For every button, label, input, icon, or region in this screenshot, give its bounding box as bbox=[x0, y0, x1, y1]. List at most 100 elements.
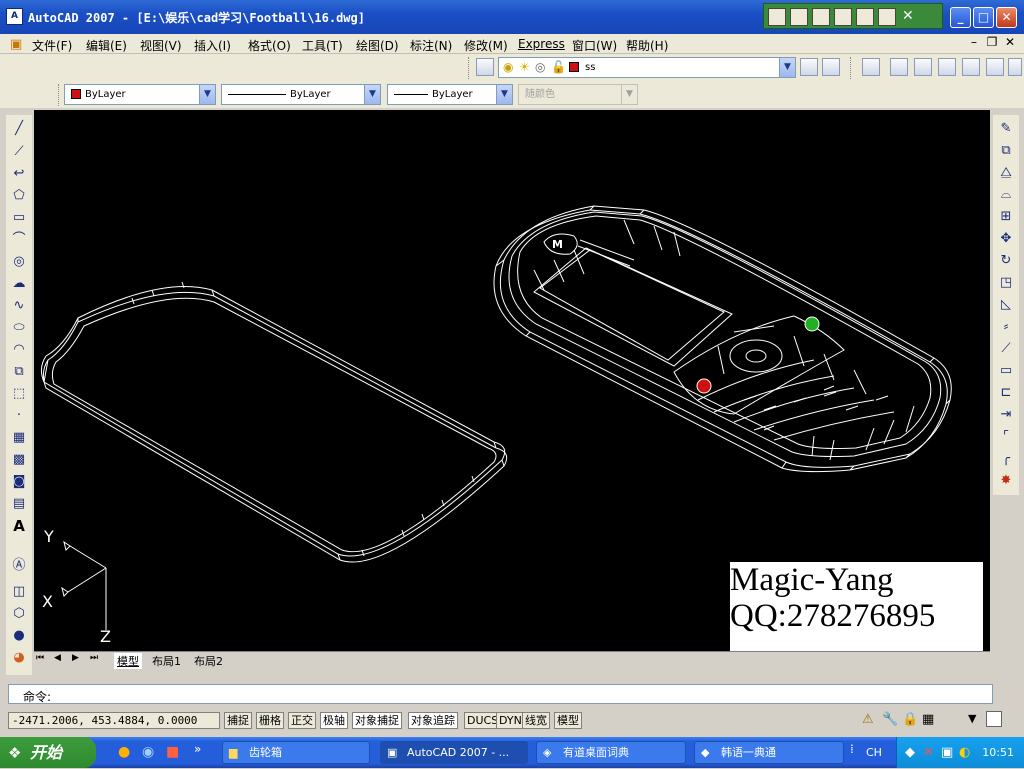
language-indicator[interactable]: CH bbox=[866, 746, 882, 759]
front-view-icon[interactable] bbox=[986, 58, 1004, 76]
layer-previous-icon[interactable] bbox=[822, 58, 840, 76]
task-autocad[interactable]: ▣ AutoCAD 2007 - ... bbox=[380, 741, 528, 764]
minimize-button[interactable]: _ bbox=[950, 7, 971, 28]
region-icon[interactable]: ◙ bbox=[10, 473, 28, 491]
grid-button[interactable]: 栅格 bbox=[256, 712, 284, 729]
construction-line-icon[interactable]: ⟋ bbox=[10, 143, 28, 161]
make-object-layer-current-icon[interactable] bbox=[800, 58, 818, 76]
tab-layout2[interactable]: 布局2 bbox=[194, 653, 223, 669]
table-icon[interactable]: ▤ bbox=[10, 495, 28, 513]
stretch-icon[interactable]: ◺ bbox=[997, 296, 1015, 314]
task-youdao-dict[interactable]: ◈ 有道桌面词典 bbox=[536, 741, 686, 764]
ime-dictionary-icon[interactable] bbox=[856, 8, 874, 26]
circle-icon[interactable]: ◎ bbox=[10, 253, 28, 271]
doc-minimize-button[interactable]: – bbox=[966, 35, 982, 50]
tab-layout1[interactable]: 布局1 bbox=[152, 653, 181, 669]
tray-app-icon[interactable]: ◆ bbox=[905, 745, 915, 760]
menu-help[interactable]: 帮助(H) bbox=[626, 37, 668, 54]
task-gearbox[interactable]: ▆ 齿轮箱 bbox=[222, 741, 370, 764]
menu-edit[interactable]: 编辑(E) bbox=[86, 37, 127, 54]
offset-icon[interactable]: ⌓ bbox=[997, 186, 1015, 204]
right-view-icon[interactable] bbox=[962, 58, 980, 76]
first-tab-icon[interactable]: ⏮ bbox=[36, 653, 44, 663]
clock[interactable]: 10:51 bbox=[982, 746, 1014, 759]
prev-tab-icon[interactable]: ◀ bbox=[54, 653, 61, 663]
ime-note-icon[interactable] bbox=[834, 8, 852, 26]
lock-icon[interactable]: 🔒 bbox=[902, 712, 918, 727]
insert-block-icon[interactable]: ⧉ bbox=[10, 363, 28, 381]
menu-draw[interactable]: 绘图(D) bbox=[356, 37, 399, 54]
join-icon[interactable]: ⇥ bbox=[997, 406, 1015, 424]
tray-network-icon[interactable]: ✕ bbox=[923, 745, 934, 760]
quicklaunch-browser-icon[interactable]: ● bbox=[118, 744, 130, 760]
left-view-icon[interactable] bbox=[938, 58, 956, 76]
menu-format[interactable]: 格式(O) bbox=[248, 37, 291, 54]
menu-window[interactable]: 窗口(W) bbox=[572, 37, 617, 54]
tray-monitor-icon[interactable]: ▣ bbox=[941, 745, 953, 760]
gradient-icon[interactable]: ▩ bbox=[10, 451, 28, 469]
ortho-button[interactable]: 正交 bbox=[288, 712, 316, 729]
chevron-down-icon[interactable]: ▼ bbox=[779, 58, 795, 77]
spline-icon[interactable]: ∿ bbox=[10, 297, 28, 315]
box-solid-icon[interactable]: ◫ bbox=[10, 583, 28, 601]
lineweight-button[interactable]: 线宽 bbox=[522, 712, 550, 729]
break-icon[interactable]: ⊏ bbox=[997, 384, 1015, 402]
color-dropdown[interactable]: ByLayer ▼ bbox=[64, 84, 216, 105]
copy-icon[interactable]: ⧉ bbox=[997, 142, 1015, 160]
quicklaunch-ie-icon[interactable]: ◉ bbox=[142, 744, 154, 760]
maximize-button[interactable]: □ bbox=[973, 7, 994, 28]
point-icon[interactable]: · bbox=[10, 407, 28, 425]
menu-view[interactable]: 视图(V) bbox=[140, 37, 182, 54]
quicklaunch-more-icon[interactable]: » bbox=[194, 742, 201, 756]
explode-icon[interactable]: ✸ bbox=[997, 472, 1015, 490]
start-button[interactable]: ❖ 开始 bbox=[0, 737, 96, 768]
autocad-app-icon[interactable]: A bbox=[6, 8, 23, 25]
hatch-icon[interactable]: ▦ bbox=[10, 429, 28, 447]
extend-icon[interactable]: ⟋ bbox=[997, 340, 1015, 358]
move-icon[interactable]: ✥ bbox=[997, 230, 1015, 248]
line-icon[interactable]: ╱ bbox=[10, 120, 28, 138]
make-block-icon[interactable]: ⬚ bbox=[10, 385, 28, 403]
toolbar-grip[interactable] bbox=[850, 57, 853, 79]
dyn-button[interactable]: DYN bbox=[496, 712, 525, 729]
lineweight-dropdown[interactable]: ByLayer ▼ bbox=[387, 84, 513, 105]
status-menu-chevron-icon[interactable]: ▼ bbox=[968, 712, 976, 725]
ellipse-icon[interactable]: ⬭ bbox=[10, 319, 28, 337]
top-view-icon[interactable] bbox=[890, 58, 908, 76]
bottom-view-icon[interactable] bbox=[914, 58, 932, 76]
arc-icon[interactable]: ⌒ bbox=[10, 231, 28, 249]
menu-modify[interactable]: 修改(M) bbox=[464, 37, 508, 54]
render-materials-icon[interactable]: ◕ bbox=[10, 649, 28, 667]
text-style-icon[interactable]: Ⓐ bbox=[10, 557, 28, 575]
scale-icon[interactable]: ◳ bbox=[997, 274, 1015, 292]
close-button[interactable]: ✕ bbox=[996, 7, 1017, 28]
quicklaunch-app-icon[interactable]: ■ bbox=[166, 744, 179, 760]
polyline-icon[interactable]: ↩ bbox=[10, 165, 28, 183]
toolbar-grip[interactable] bbox=[468, 57, 471, 79]
menu-dimension[interactable]: 标注(N) bbox=[410, 37, 452, 54]
document-icon[interactable]: ▣ bbox=[10, 37, 22, 52]
communication-center-icon[interactable]: ⚠ bbox=[862, 712, 874, 727]
mirror-icon[interactable]: ⧋ bbox=[997, 164, 1015, 182]
task-korean-dict[interactable]: ◆ 韩语一典通 bbox=[694, 741, 844, 764]
rectangle-icon[interactable]: ▭ bbox=[10, 209, 28, 227]
ime-settings-icon[interactable] bbox=[878, 8, 896, 26]
sphere-solid-icon[interactable]: ● bbox=[10, 627, 28, 645]
command-line[interactable]: 命令: bbox=[8, 684, 993, 704]
snap-button[interactable]: 捕捉 bbox=[224, 712, 252, 729]
otrack-button[interactable]: 对象追踪 bbox=[408, 712, 458, 729]
doc-close-button[interactable]: ✕ bbox=[1002, 35, 1018, 50]
ime-korean-icon[interactable] bbox=[768, 8, 786, 26]
fillet-icon[interactable]: ╭ bbox=[997, 450, 1015, 468]
multiline-text-icon[interactable]: A bbox=[10, 517, 28, 535]
linetype-dropdown[interactable]: ByLayer ▼ bbox=[221, 84, 381, 105]
wrench-icon[interactable]: 🔧 bbox=[882, 712, 898, 727]
osnap-button[interactable]: 对象捕捉 bbox=[352, 712, 402, 729]
erase-icon[interactable]: ✎ bbox=[997, 120, 1015, 138]
ime-keyboard-icon[interactable] bbox=[790, 8, 808, 26]
last-tab-icon[interactable]: ⏭ bbox=[90, 653, 98, 663]
ime-close-icon[interactable]: ✕ bbox=[902, 8, 920, 26]
chevron-down-icon[interactable]: ▼ bbox=[496, 85, 512, 104]
model-button[interactable]: 模型 bbox=[554, 712, 582, 729]
layer-dropdown[interactable]: ◉ ☀ ◎ 🔓 ss ▼ bbox=[498, 57, 796, 78]
